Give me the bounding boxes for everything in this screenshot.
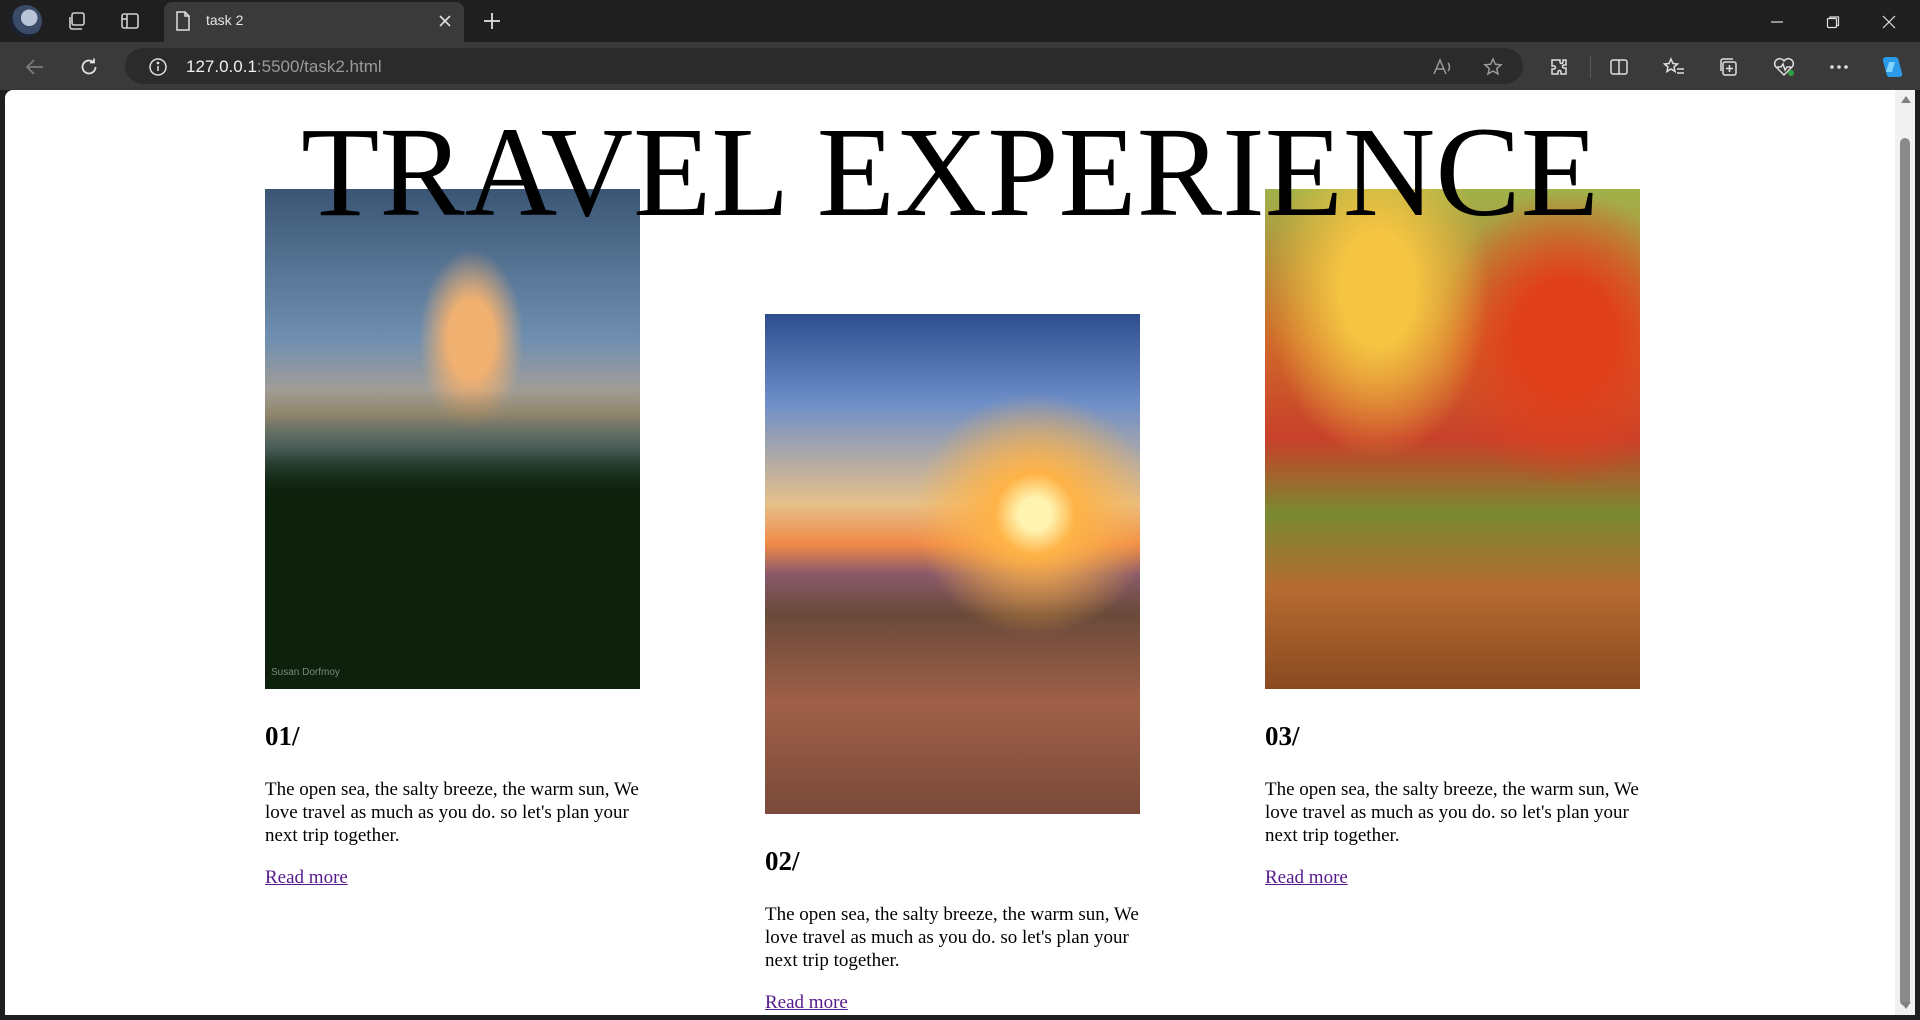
tab-title: task 2: [206, 12, 244, 28]
favorites-icon[interactable]: [1659, 52, 1689, 82]
card-number: 02/: [765, 846, 800, 876]
travel-card-2: 02/ The open sea, the salty breeze, the …: [765, 314, 1145, 1014]
card-number: 03/: [1265, 721, 1300, 751]
read-more-link[interactable]: Read more: [265, 867, 348, 889]
tab-actions-icon[interactable]: [115, 7, 145, 35]
read-more-link[interactable]: Read more: [1265, 867, 1348, 889]
card-description: The open sea, the salty breeze, the warm…: [765, 904, 1139, 971]
url-path: :5500/task2.html: [256, 57, 382, 76]
image-watermark: Susan Dorfmoy: [271, 667, 340, 678]
scroll-thumb[interactable]: [1900, 138, 1910, 1006]
travel-card-1: Susan Dorfmoy 01/ The open sea, the salt…: [265, 189, 645, 889]
card-image-autumn-path: [1265, 189, 1640, 689]
toolbar-divider: [1590, 56, 1591, 78]
card-description: The open sea, the salty breeze, the warm…: [265, 779, 639, 846]
site-info-icon[interactable]: [143, 52, 173, 82]
extensions-icon[interactable]: [1544, 52, 1574, 82]
minimize-icon[interactable]: [1765, 10, 1789, 34]
page-icon: [168, 7, 198, 35]
vertical-scrollbar[interactable]: [1895, 90, 1915, 1015]
title-bar: task 2: [0, 0, 1920, 42]
refresh-icon[interactable]: [74, 52, 104, 82]
url-host: 127.0.0.1: [186, 57, 257, 76]
back-arrow-icon[interactable]: [20, 52, 50, 82]
read-more-link[interactable]: Read more: [765, 992, 848, 1014]
travel-card-3: 03/ The open sea, the salty breeze, the …: [1265, 189, 1645, 889]
page-viewport: TRAVEL EXPERIENCE Susan Dorfmoy 01/ The …: [5, 90, 1895, 1015]
card-description: The open sea, the salty breeze, the warm…: [1265, 779, 1639, 846]
close-window-icon[interactable]: [1877, 10, 1901, 34]
card-number: 01/: [265, 721, 300, 751]
profile-avatar[interactable]: [10, 5, 42, 37]
address-toolbar: 127.0.0.1:5500/task2.html: [0, 42, 1920, 90]
page-title: TRAVEL EXPERIENCE: [301, 101, 1599, 243]
split-screen-icon[interactable]: [1604, 52, 1634, 82]
scroll-down-arrow-icon[interactable]: [1901, 1002, 1911, 1009]
scroll-up-arrow-icon[interactable]: [1901, 96, 1911, 103]
read-aloud-icon[interactable]: [1428, 52, 1458, 82]
restore-icon[interactable]: [1821, 10, 1845, 34]
close-tab-icon[interactable]: [430, 7, 460, 35]
new-tab-icon[interactable]: [477, 7, 507, 35]
url-text[interactable]: 127.0.0.1:5500/task2.html: [186, 57, 382, 77]
copilot-icon[interactable]: [1877, 52, 1907, 82]
card-image-tropical-coast: Susan Dorfmoy: [265, 189, 640, 689]
favorite-star-icon[interactable]: [1478, 52, 1508, 82]
browser-essentials-icon[interactable]: [1769, 52, 1799, 82]
card-image-desert-sunset: [765, 314, 1140, 814]
more-options-icon[interactable]: [1824, 52, 1854, 82]
workspaces-icon[interactable]: [62, 7, 92, 35]
collections-icon[interactable]: [1714, 52, 1744, 82]
